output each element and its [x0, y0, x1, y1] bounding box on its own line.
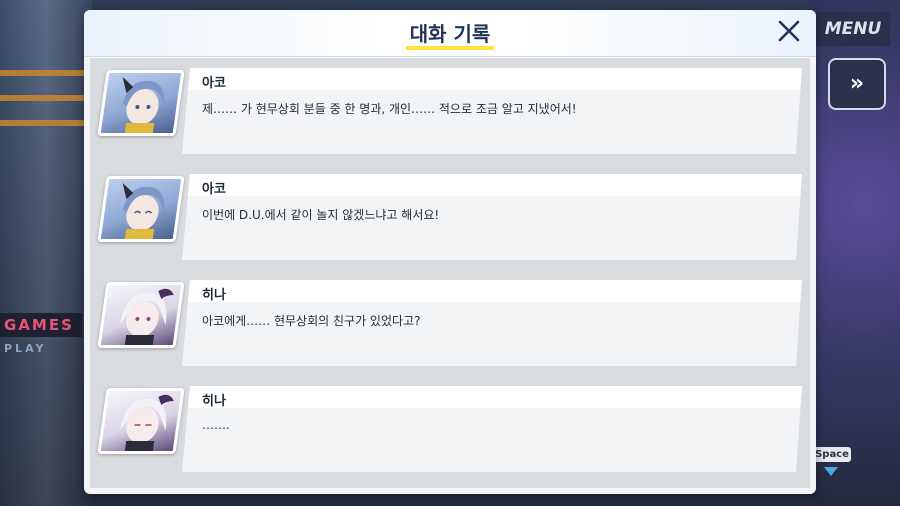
dialogue-bubble: 아코 제…… 가 현무상회 분들 중 한 명과, 개인…… 적으로 조금 알고 …: [182, 66, 802, 158]
dialogue-bubble: 아코 이번에 D.U.에서 같이 놀지 않겠느냐고 해서요!: [182, 172, 802, 264]
speaker-name: 히나: [202, 394, 226, 409]
log-entry: 아코 제…… 가 현무상회 분들 중 한 명과, 개인…… 적으로 조금 알고 …: [90, 62, 810, 160]
close-icon: [778, 20, 800, 42]
log-entry: 아코 이번에 D.U.에서 같이 놀지 않겠느냐고 해서요!: [90, 168, 810, 266]
dialog-header: 대화 기록: [84, 10, 816, 57]
games-sign: GAMES: [0, 313, 82, 337]
close-button[interactable]: [774, 16, 804, 46]
speaker-name: 아코: [202, 182, 226, 197]
ako-portrait: [97, 176, 185, 242]
speaker-name: 히나: [202, 288, 226, 303]
log-entry: 히나 …….: [90, 380, 810, 478]
advance-arrow-icon: [824, 467, 838, 476]
dialogue-text: …….: [202, 418, 230, 432]
space-key-hint: Space: [813, 447, 851, 462]
dialogue-text: 이번에 D.U.에서 같이 놀지 않겠느냐고 해서요!: [202, 208, 440, 222]
menu-button[interactable]: MENU: [816, 12, 890, 46]
dialogue-bubble: 히나 아코에게…… 현무상회의 친구가 있었다고?: [182, 278, 802, 370]
scroll-fade: [90, 480, 810, 488]
dialogue-text: 제…… 가 현무상회 분들 중 한 명과, 개인…… 적으로 조금 알고 지냈어…: [202, 102, 577, 116]
hina-portrait: [97, 282, 185, 348]
play-sign: PLAY: [4, 342, 47, 355]
fast-forward-button[interactable]: »: [828, 58, 886, 110]
log-entry: 히나 아코에게…… 현무상회의 친구가 있었다고?: [90, 274, 810, 372]
dialogue-log-dialog: 대화 기록 아코 제…… 가 현무상회 분들 중 한 명과, 개인…… 적으로 …: [84, 10, 816, 494]
ako-portrait: [97, 70, 185, 136]
hina-portrait: [97, 388, 185, 454]
dialogue-bubble: 히나 …….: [182, 384, 802, 476]
background-building-left: [0, 0, 92, 506]
building-stripe: [0, 95, 92, 101]
title-underline: [406, 46, 494, 50]
building-stripe: [0, 70, 92, 76]
speaker-name: 아코: [202, 76, 226, 91]
dialog-title: 대화 기록: [409, 22, 491, 46]
dialogue-log-list[interactable]: 아코 제…… 가 현무상회 분들 중 한 명과, 개인…… 적으로 조금 알고 …: [90, 58, 810, 488]
dialogue-text: 아코에게…… 현무상회의 친구가 있었다고?: [202, 314, 421, 328]
building-stripe: [0, 120, 92, 126]
